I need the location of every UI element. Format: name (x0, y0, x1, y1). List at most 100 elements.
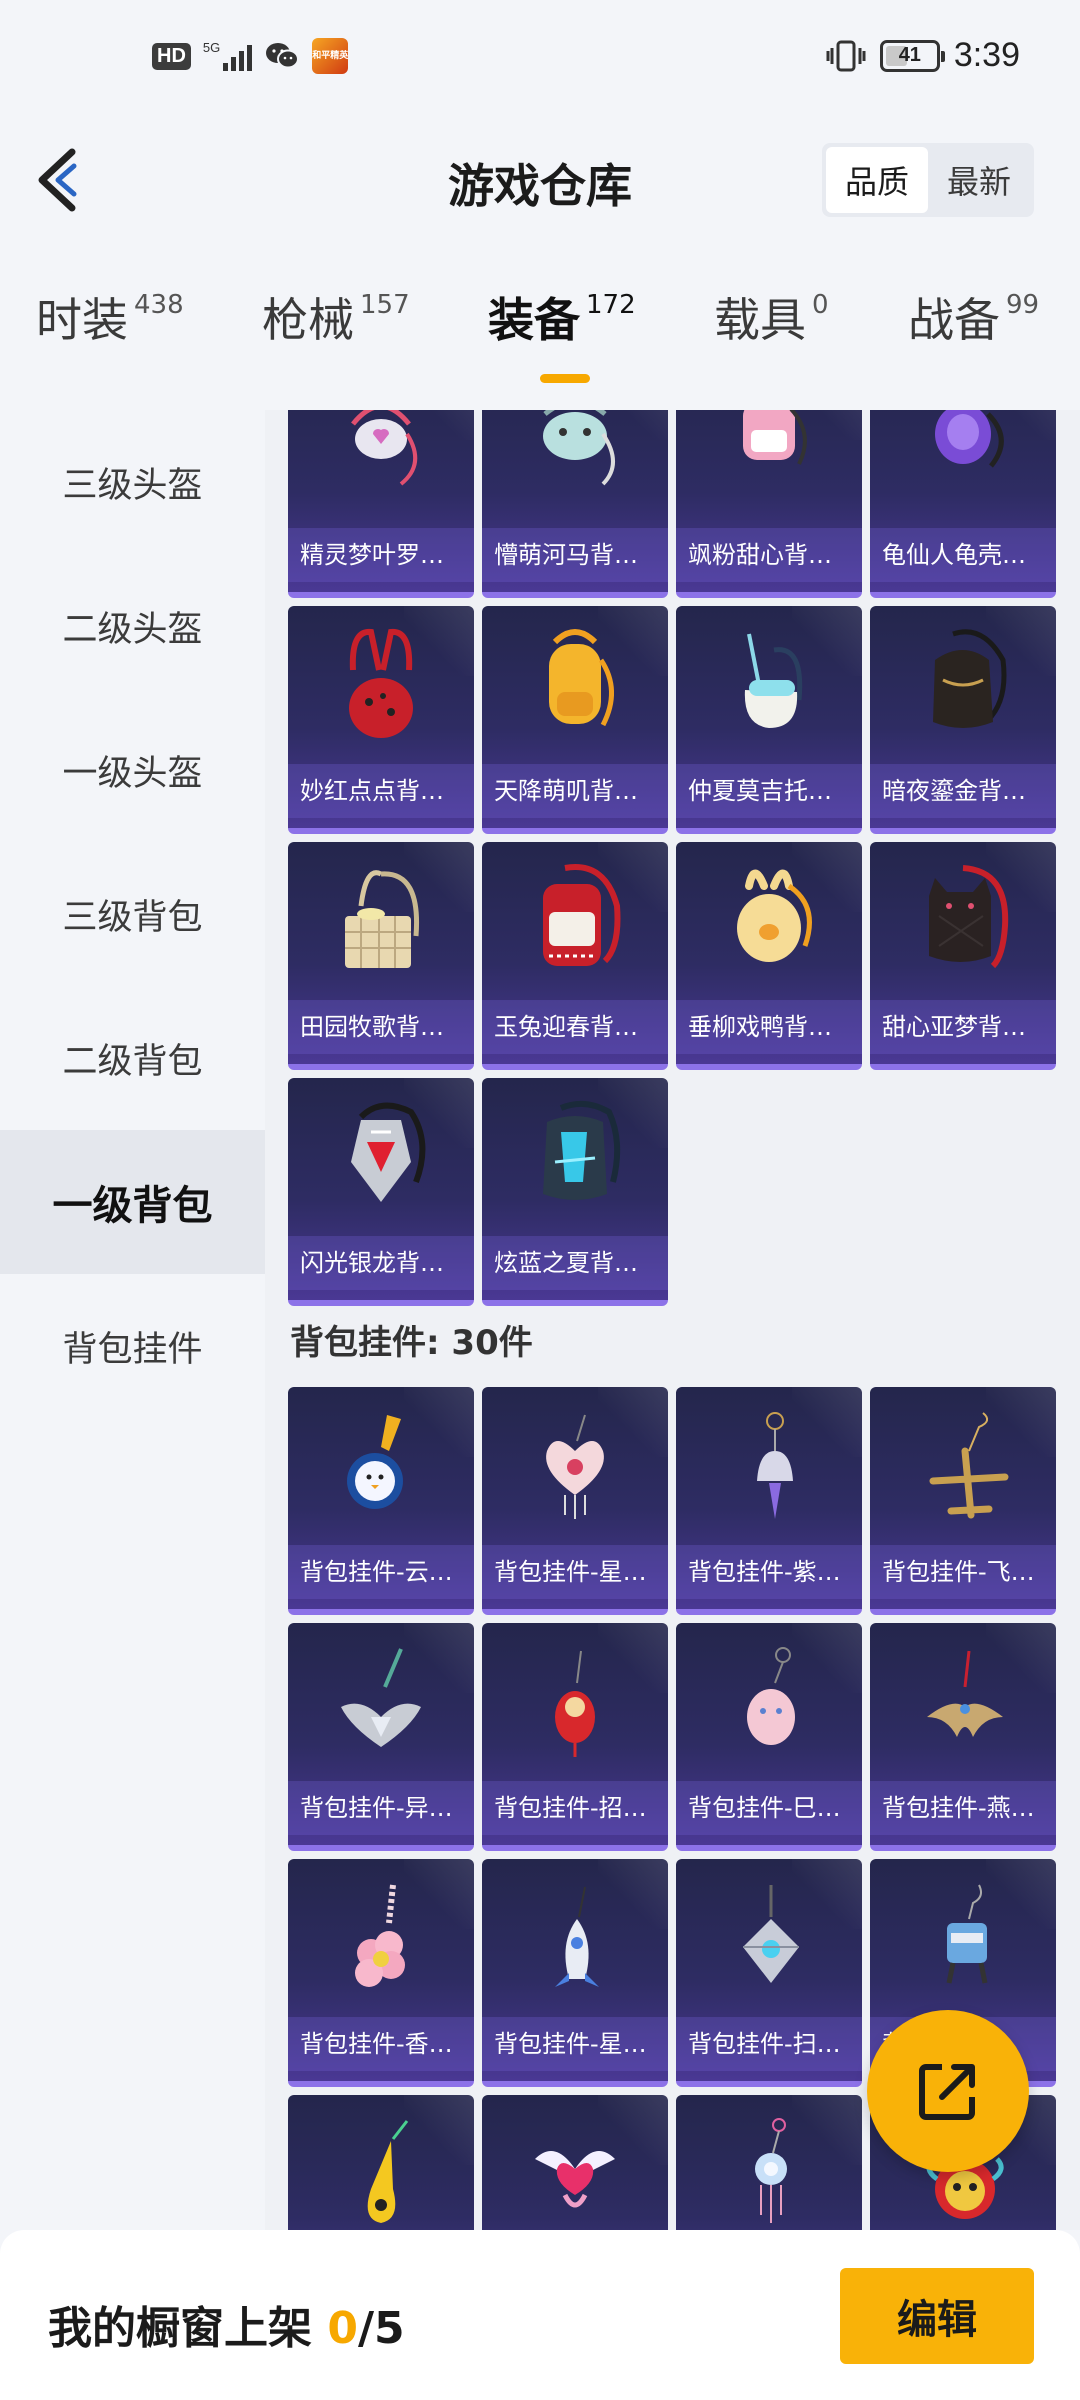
content-area: 精灵梦叶罗丽… 懵萌河马背包… 飒粉甜心背包… 龟仙人龟壳背… 妙红点点背包… 天降萌叽背… (265, 410, 1080, 2230)
active-tab-indicator (540, 374, 590, 383)
tab-firearms[interactable]: 枪械 157 (262, 290, 410, 350)
red-dot-backpack-icon (349, 628, 413, 738)
item-card[interactable]: 龟仙人龟壳背… (870, 410, 1056, 598)
item-name: 背包挂件-巳… (676, 1781, 862, 1835)
tab-label: 枪械 (262, 293, 354, 347)
tab-label: 载具 (714, 293, 806, 347)
signal-icon: 5G (202, 40, 253, 71)
tab-count: 438 (134, 290, 184, 320)
item-card[interactable]: 玉兔迎春背包… (482, 842, 668, 1070)
tab-count: 99 (1006, 290, 1040, 320)
showcase-total: /5 (357, 2303, 405, 2354)
item-card[interactable]: 背包挂件-云… (288, 1387, 474, 1615)
angel-heart-charm-icon (535, 2151, 615, 2208)
black-backpack-icon (933, 629, 1007, 728)
sidebar-item-level1-backpack[interactable]: 一级背包 (0, 1130, 265, 1274)
flower-charm-icon (355, 1884, 405, 1987)
robot-charm-icon (946, 1884, 988, 1984)
item-card[interactable]: 懵萌河马背包… (482, 410, 668, 598)
item-card[interactable]: 甜心亚梦背包… (870, 842, 1056, 1070)
mojito-backpack-icon (744, 633, 803, 728)
tab-count: 172 (586, 290, 636, 320)
item-name: 玉兔迎春背包… (482, 1000, 668, 1054)
wechat-icon (266, 43, 300, 69)
sort-quality-option[interactable]: 品质 (826, 147, 928, 213)
sidebar-item-level1-helmet[interactable]: 一级头盔 (0, 698, 265, 842)
item-card[interactable]: 背包挂件-招… (482, 1623, 668, 1851)
edit-button[interactable]: 编辑 (840, 2268, 1034, 2364)
item-card[interactable]: 背包挂件-燕… (870, 1623, 1056, 1851)
purple-backpack-icon (935, 410, 1004, 468)
tab-fashion[interactable]: 时装 438 (36, 290, 184, 350)
item-name: 背包挂件-飞… (870, 1545, 1056, 1599)
status-bar: HD 5G 和平精英 41 3:39 (0, 0, 1080, 120)
red-white-backpack-icon (543, 864, 621, 966)
tab-label: 时装 (36, 293, 128, 347)
tab-gear[interactable]: 战备 99 (908, 290, 1039, 350)
item-card[interactable]: 田园牧歌背包… (288, 842, 474, 1070)
item-card[interactable]: 暗夜鎏金背包… (870, 606, 1056, 834)
showcase-count: 0 (327, 2303, 358, 2354)
item-card[interactable]: 背包挂件-香… (288, 1859, 474, 2087)
item-name: 背包挂件-香… (288, 2017, 474, 2071)
rocket-charm-icon (555, 1886, 599, 1987)
share-button[interactable] (867, 2010, 1029, 2172)
tab-count: 157 (360, 290, 410, 320)
sidebar-item-level3-backpack[interactable]: 三级背包 (0, 842, 265, 986)
sidebar-item-level2-helmet[interactable]: 二级头盔 (0, 554, 265, 698)
share-icon (919, 2064, 975, 2120)
tab-label: 装备 (488, 293, 580, 347)
item-card[interactable]: 背包挂件-紫… (676, 1387, 862, 1615)
item-name: 仲夏莫吉托背… (676, 764, 862, 818)
tab-label: 战备 (908, 293, 1000, 347)
duck-backpack-icon (737, 869, 812, 962)
item-card[interactable]: 炫蓝之夏背包… (482, 1078, 668, 1306)
item-card[interactable]: 背包挂件-扫… (676, 1859, 862, 2087)
item-name: 背包挂件-扫… (676, 2017, 862, 2071)
dreamcatcher-charm-icon (755, 2118, 787, 2223)
item-name: 垂柳戏鸭背包… (676, 1000, 862, 1054)
item-name: 背包挂件-招… (482, 1781, 668, 1835)
item-name: 飒粉甜心背包… (676, 528, 862, 582)
item-card[interactable]: 背包挂件-巳… (676, 1623, 862, 1851)
back-button[interactable] (28, 142, 88, 218)
tab-vehicles[interactable]: 载具 0 (714, 290, 829, 350)
backpack-grid: 精灵梦叶罗丽… 懵萌河马背包… 飒粉甜心背包… 龟仙人龟壳背… 妙红点点背包… 天降萌叽背… (288, 410, 1064, 1306)
sidebar-item-level3-helmet[interactable]: 三级头盔 (0, 410, 265, 554)
network-label: 5G (202, 40, 221, 55)
plane-charm-icon (929, 1412, 1009, 1519)
item-name: 背包挂件-云… (288, 1545, 474, 1599)
item-card[interactable]: 垂柳戏鸭背包… (676, 842, 862, 1070)
item-card[interactable]: 精灵梦叶罗丽… (288, 410, 474, 598)
item-name: 甜心亚梦背包… (870, 1000, 1056, 1054)
item-name: 龟仙人龟壳背… (870, 528, 1056, 582)
item-card[interactable] (482, 2095, 668, 2230)
sort-latest-option[interactable]: 最新 (928, 147, 1030, 213)
item-card[interactable]: 飒粉甜心背包… (676, 410, 862, 598)
bottom-bar: 我的橱窗上架 0/5 编辑 (0, 2230, 1080, 2400)
item-card[interactable]: 天降萌叽背包… (482, 606, 668, 834)
item-card[interactable]: 仲夏莫吉托背… (676, 606, 862, 834)
game-app-icon: 和平精英 (312, 38, 348, 74)
vibrate-icon (826, 40, 866, 71)
item-card[interactable]: 背包挂件-星… (482, 1859, 668, 2087)
status-right: 41 3:39 (826, 36, 1020, 75)
item-card[interactable]: 背包挂件-异… (288, 1623, 474, 1851)
item-card[interactable] (288, 2095, 474, 2230)
item-card[interactable] (676, 2095, 862, 2230)
item-name: 田园牧歌背包… (288, 1000, 474, 1054)
item-name: 闪光银龙背包… (288, 1236, 474, 1290)
item-card[interactable]: 背包挂件-星… (482, 1387, 668, 1615)
tab-equipment[interactable]: 装备 172 (488, 290, 636, 350)
basket-backpack-icon (345, 870, 420, 968)
sidebar-item-level2-backpack[interactable]: 二级背包 (0, 986, 265, 1130)
item-card[interactable]: 妙红点点背包… (288, 606, 474, 834)
item-card[interactable]: 闪光银龙背包… (288, 1078, 474, 1306)
cat-backpack-icon (929, 865, 1009, 969)
item-card[interactable]: 背包挂件-飞… (870, 1387, 1056, 1615)
item-name: 天降萌叽背包… (482, 764, 668, 818)
pendant-backpack-icon (351, 410, 418, 486)
sort-toggle: 品质 最新 (822, 143, 1034, 217)
snake-charm-icon (747, 1647, 795, 1745)
sidebar-item-backpack-charm[interactable]: 背包挂件 (0, 1274, 265, 1418)
